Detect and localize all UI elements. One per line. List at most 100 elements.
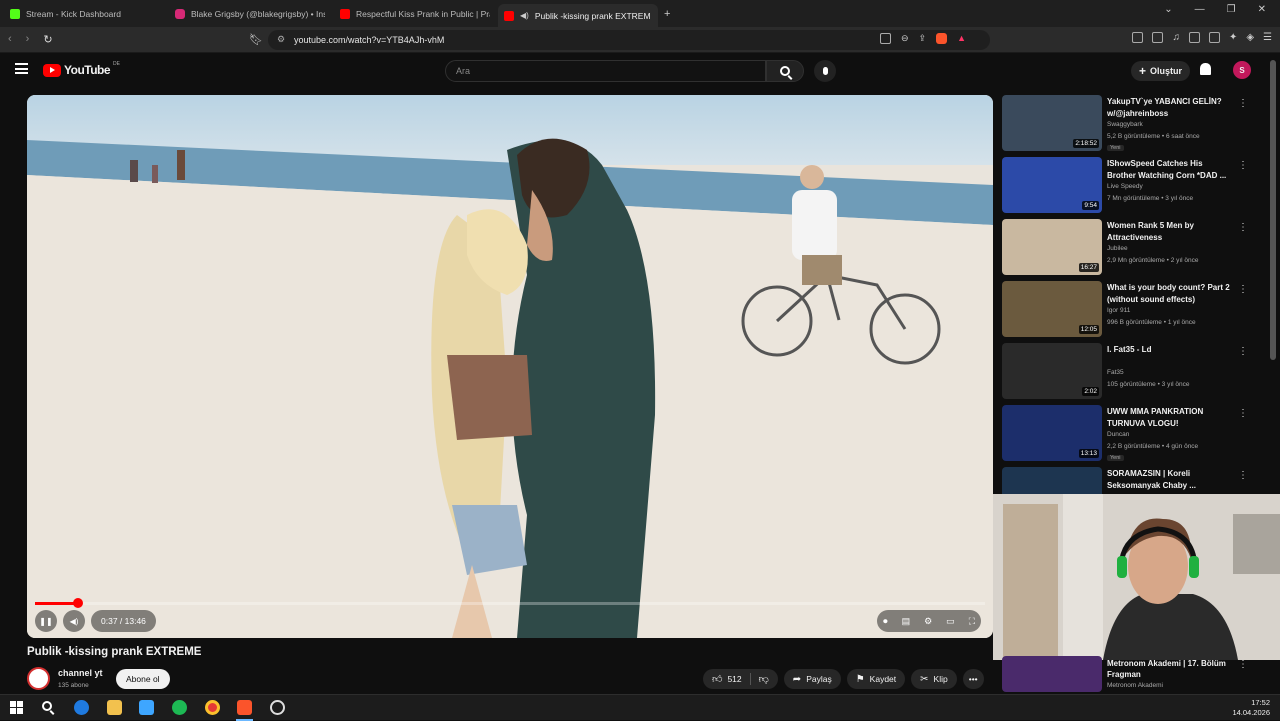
forward-icon[interactable]: ›: [26, 33, 30, 46]
save-button[interactable]: ⚑ Kaydet: [846, 669, 906, 689]
kebab-menu-icon[interactable]: ⋮: [1238, 160, 1248, 171]
bookmark-icon[interactable]: 🔖︎: [249, 33, 263, 46]
windows-start-icon[interactable]: [9, 700, 24, 715]
wallet-icon[interactable]: [1208, 32, 1220, 43]
settings-gear-icon[interactable]: ⚙︎: [924, 616, 932, 627]
video-thumbnail[interactable]: 12:05: [1002, 281, 1102, 337]
recommendation-channel[interactable]: Jubilee: [1107, 245, 1128, 252]
recommendation-item[interactable]: SORAMAZSIN | Koreli Seksomanyak Chaby ..…: [1002, 467, 1252, 495]
recommendation-channel[interactable]: Duncan: [1107, 431, 1129, 438]
video-thumbnail[interactable]: 16:27: [1002, 219, 1102, 275]
tab-instagram[interactable]: Blake Grigsby (@blakegrigsby) • Insta: [175, 4, 325, 23]
video-thumbnail[interactable]: [1002, 656, 1102, 692]
brave-shield-icon[interactable]: [936, 33, 948, 44]
tab-respectful-kiss-prank[interactable]: Respectful Kiss Prank in Public | Pran: [340, 4, 490, 23]
restore-icon[interactable]: ❐: [1227, 4, 1236, 15]
create-button[interactable]: + Oluştur: [1131, 61, 1191, 81]
video-thumbnail[interactable]: 9:54: [1002, 157, 1102, 213]
video-thumbnail[interactable]: 13:13: [1002, 405, 1102, 461]
more-actions-button[interactable]: •••: [962, 669, 984, 689]
theater-mode-icon[interactable]: ▭: [946, 616, 955, 627]
recommendation-title[interactable]: YakupTV`ye YABANCI GELİN? w/@jahreinboss: [1107, 96, 1232, 119]
channel-avatar[interactable]: [27, 667, 50, 690]
notifications-bell-icon[interactable]: [1200, 63, 1211, 75]
spotify-icon[interactable]: [172, 700, 187, 715]
voice-search-button[interactable]: [814, 60, 836, 82]
back-icon[interactable]: ‹: [8, 33, 12, 46]
kebab-menu-icon[interactable]: ⋮: [1238, 659, 1248, 670]
video-thumbnail[interactable]: 2:18:52: [1002, 95, 1102, 151]
account-avatar[interactable]: S: [1233, 61, 1251, 79]
search-icon[interactable]: [41, 700, 56, 715]
kebab-menu-icon[interactable]: ⋮: [1238, 408, 1248, 419]
search-input[interactable]: Ara: [445, 60, 766, 82]
search-button[interactable]: [766, 60, 804, 82]
recommendation-title[interactable]: What is your body count? Part 2 (without…: [1107, 282, 1232, 305]
recommendation-title[interactable]: I. Fat35 - Ld: [1107, 344, 1232, 356]
obs-icon[interactable]: [270, 700, 285, 715]
chrome-icon[interactable]: [205, 700, 220, 715]
recommendation-channel[interactable]: Metronom Akademi: [1107, 682, 1163, 689]
recommendation-item[interactable]: 9:54 IShowSpeed Catches His Brother Watch…: [1002, 157, 1252, 215]
site-info-icon[interactable]: ⚙︎: [277, 34, 285, 45]
kebab-menu-icon[interactable]: ⋮: [1238, 222, 1248, 233]
thumbs-down-icon[interactable]: 👎︎: [759, 673, 769, 685]
menu-icon[interactable]: ☰: [1263, 32, 1272, 43]
recommendation-channel[interactable]: Fat35: [1107, 369, 1124, 376]
hamburger-menu-icon[interactable]: [15, 63, 28, 74]
recommendation-channel[interactable]: Swaggybark: [1107, 121, 1143, 128]
file-explorer-icon[interactable]: [107, 700, 122, 715]
recommendation-channel[interactable]: Igor 911: [1107, 307, 1130, 314]
chevron-down-icon[interactable]: ⌄: [1164, 4, 1172, 15]
subtitles-icon[interactable]: ▤: [902, 616, 911, 627]
store-icon[interactable]: [139, 700, 154, 715]
recommendation-item[interactable]: 2:18:52 YakupTV`ye YABANCI GELİN? w/@jahr…: [1002, 95, 1252, 153]
vpn-icon[interactable]: ◈: [1246, 32, 1254, 43]
reload-icon[interactable]: ↻: [43, 33, 52, 46]
progress-scrubber[interactable]: [73, 598, 83, 608]
recommendation-channel[interactable]: Live Speedy: [1107, 183, 1143, 190]
brave-icon[interactable]: [237, 700, 252, 715]
recommendation-title[interactable]: SORAMAZSIN | Koreli Seksomanyak Chaby ..…: [1107, 468, 1232, 491]
kebab-menu-icon[interactable]: ⋮: [1238, 98, 1248, 109]
close-window-icon[interactable]: ✕: [1258, 4, 1266, 15]
tab-kick-dashboard[interactable]: Stream - Kick Dashboard: [10, 4, 160, 23]
pause-button[interactable]: ❚❚: [35, 610, 57, 632]
page-scrollbar[interactable]: [1270, 60, 1276, 360]
recommendation-title[interactable]: IShowSpeed Catches His Brother Watching …: [1107, 158, 1232, 181]
like-button[interactable]: 👍︎ 512 👎︎: [703, 669, 778, 689]
sidebar-icon[interactable]: [1188, 32, 1200, 43]
screenshot-icon[interactable]: [1152, 32, 1164, 43]
extension-puzzle-icon[interactable]: [1132, 32, 1144, 43]
subscribe-button[interactable]: Abone ol: [116, 669, 170, 689]
autoplay-toggle-icon[interactable]: ⏺︎: [883, 616, 888, 627]
video-player[interactable]: ❚❚ ◀) 0:37 / 13:46 ⏺︎ ▤ ⚙︎ ▭ ⛶: [27, 95, 993, 638]
clip-button[interactable]: ✂ Klip: [911, 669, 957, 689]
system-clock[interactable]: 17:52 14.04.2026: [1232, 698, 1270, 718]
edge-icon[interactable]: [74, 700, 89, 715]
leo-ai-icon[interactable]: ✦: [1229, 32, 1237, 43]
share-button[interactable]: ➦ Paylaş: [783, 669, 841, 689]
brave-rewards-icon[interactable]: ▲: [957, 33, 966, 44]
volume-button[interactable]: ◀): [63, 610, 85, 632]
recommendation-item[interactable]: 12:05 What is your body count? Part 2 (wi…: [1002, 281, 1252, 339]
recommendation-title[interactable]: UWW MMA PANKRATION TURNUVA VLOGU!: [1107, 406, 1232, 429]
recommendation-item[interactable]: 2:02 I. Fat35 - Ld Fat35 105 görüntüleme • …: [1002, 343, 1252, 401]
progress-bar[interactable]: [35, 598, 985, 608]
recommendation-item[interactable]: Metronom Akademi | 17. Bölüm Fragman Met…: [1002, 656, 1262, 692]
music-icon[interactable]: ♫: [1172, 32, 1180, 43]
zoom-icon[interactable]: ⊖: [901, 33, 909, 44]
recommendation-item[interactable]: 13:13 UWW MMA PANKRATION TURNUVA VLOGU! Du…: [1002, 405, 1252, 463]
tab-publik-kissing-prank[interactable]: ◀) Publik -kissing prank EXTREM ✕: [498, 4, 658, 27]
kebab-menu-icon[interactable]: ⋮: [1238, 284, 1248, 295]
share-icon[interactable]: ⇪: [919, 33, 927, 44]
new-tab-button[interactable]: +: [664, 4, 678, 23]
kebab-menu-icon[interactable]: ⋮: [1238, 470, 1248, 481]
video-thumbnail[interactable]: [1002, 467, 1102, 495]
minimize-icon[interactable]: —: [1195, 4, 1205, 15]
recommendation-title[interactable]: Women Rank 5 Men by Attractiveness: [1107, 220, 1232, 243]
fullscreen-icon[interactable]: ⛶: [969, 616, 975, 627]
recommendation-item[interactable]: 16:27 Women Rank 5 Men by Attractiveness J…: [1002, 219, 1252, 277]
kebab-menu-icon[interactable]: ⋮: [1238, 346, 1248, 357]
video-thumbnail[interactable]: 2:02: [1002, 343, 1102, 399]
